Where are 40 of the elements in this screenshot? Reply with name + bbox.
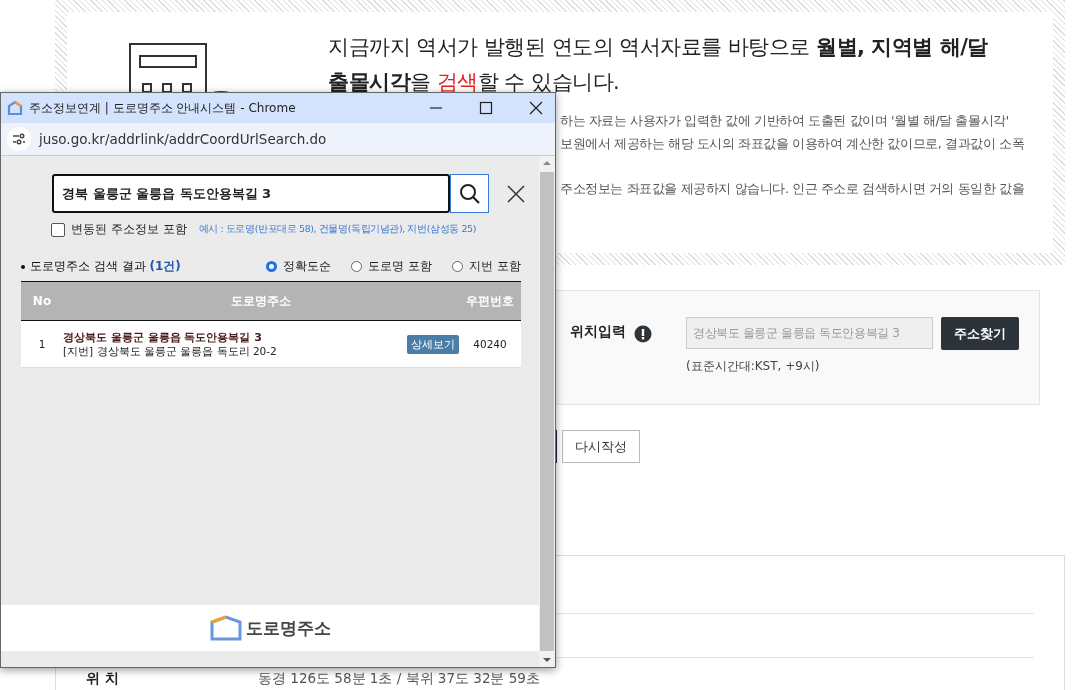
table-cell-text: 1 <box>37 338 47 350</box>
example-text: 예시 : 도로명(반포대로 58), 건물명(독립기념관), 지번(삼성동 25) <box>198 223 476 236</box>
checkbox[interactable] <box>51 222 65 237</box>
position-value: 동경 126도 58분 1초 / 북위 37도 32분 59초 <box>258 670 540 688</box>
find-address-button[interactable]: 주소찾기 <box>941 317 1019 350</box>
column-header: 도로명주소 <box>230 292 292 310</box>
url-text: juso.go.kr/addrlink/addrCoordUrlSearch.do <box>39 131 327 147</box>
description-text: 하는 자료는 사용자가 입력한 값에 기반하여 도출된 값이며 '월별 해/달 출몰시각' <box>560 113 1009 128</box>
column-header: No <box>31 294 53 308</box>
search-icon <box>458 182 481 205</box>
logo-text: 도로명주소 <box>245 616 331 640</box>
location-label: 위치입력 <box>570 323 626 341</box>
close-icon[interactable] <box>529 101 543 115</box>
scrollbar[interactable] <box>539 156 555 667</box>
search-field[interactable]: 경북 울릉군 울릉읍 독도안용복길 3 <box>52 174 450 213</box>
table-cell-text: 40240 <box>472 338 508 350</box>
column-header: 우편번호 <box>465 292 515 310</box>
results-title: 도로명주소 검색 결과 (1건) <box>30 258 181 275</box>
window-title: 주소정보연계 | 도로명주소 안내시스템 - Chrome <box>29 99 297 117</box>
sort-radio[interactable]: 정확도순 <box>266 258 332 275</box>
road-address[interactable]: 경상북도 울릉군 울릉읍 독도안용복길 3 <box>63 329 407 345</box>
position-label: 위 치 <box>86 670 120 688</box>
timezone-note: (표준시간대:KST, +9시) <box>686 358 821 375</box>
house-logo-icon <box>209 615 242 641</box>
info-icon <box>634 325 652 343</box>
intro-heading: 지금까지 역서가 발행된 연도의 역서자료를 바탕으로 월별, 지역별 해/달 출몰시각을 검색할 수 있습니다. <box>328 34 988 96</box>
site-settings-icon[interactable] <box>7 127 31 151</box>
checkbox-label: 변동된 주소정보 포함 <box>71 221 187 238</box>
detail-button[interactable]: 상세보기 <box>407 334 459 354</box>
search-button[interactable] <box>450 174 489 213</box>
house-logo-icon <box>7 100 23 116</box>
description-text: 보원에서 제공하는 해당 도시의 좌표값을 이용하여 계산한 값이므로, 결과값이 소폭 <box>560 135 1025 151</box>
sort-radio[interactable]: 지번 포함 <box>452 258 521 275</box>
lot-address: [지번] 경상북도 울릉군 울릉읍 독도리 20-2 <box>63 344 278 359</box>
reset-button[interactable]: 다시작성 <box>562 430 640 463</box>
description-text: 주소정보는 좌표값을 제공하지 않습니다. 인근 주소로 검색하시면 거의 동일한 값을 <box>560 180 1025 196</box>
sort-radio[interactable]: 도로명 포함 <box>351 258 433 275</box>
bullet-icon <box>21 264 25 269</box>
maximize-icon[interactable] <box>479 101 493 115</box>
clear-icon[interactable] <box>507 184 525 203</box>
